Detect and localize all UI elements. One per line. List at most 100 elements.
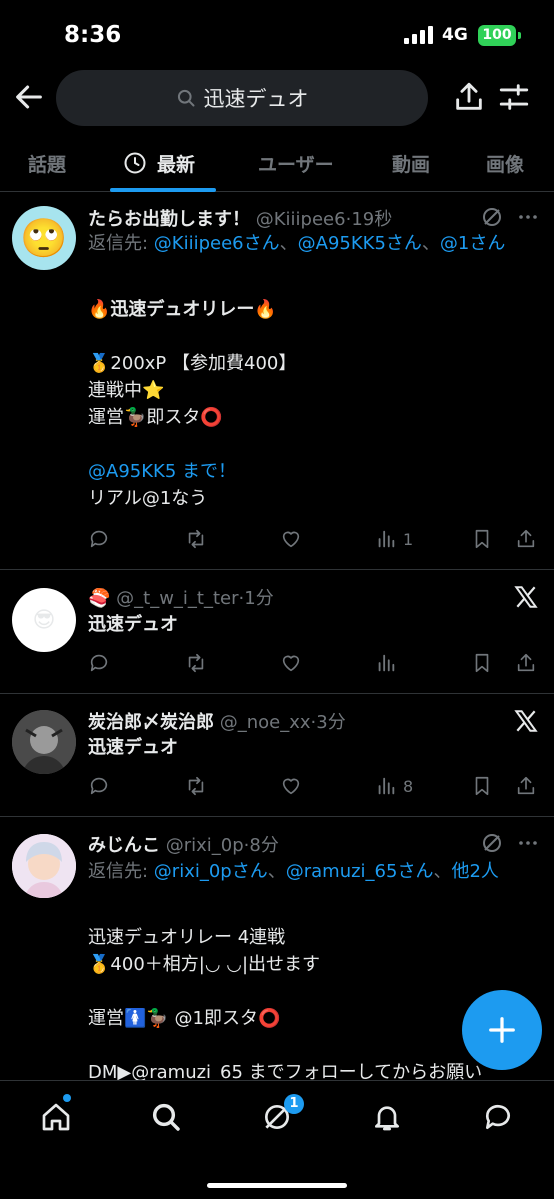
views-icon (378, 530, 395, 548)
tab-top[interactable]: 話題 (28, 134, 66, 192)
share-icon (517, 776, 535, 795)
x-logo-icon (514, 710, 538, 732)
more-options-icon[interactable] (516, 831, 540, 855)
share-tweet-button[interactable] (515, 648, 537, 678)
search-input[interactable]: 迅速デュオ (56, 70, 428, 126)
views-icon (378, 654, 395, 672)
avatar[interactable] (12, 834, 76, 898)
reply-button[interactable] (88, 524, 110, 554)
reply-link[interactable]: @ramuzi_65さん (286, 861, 434, 882)
bookmark-button[interactable] (471, 771, 493, 801)
bookmark-icon (475, 653, 489, 673)
views-count: 1 (403, 529, 414, 549)
tweet-text: 迅速デュオ (88, 737, 178, 758)
reply-icon (90, 654, 108, 672)
nav-home[interactable] (36, 1097, 76, 1137)
display-name[interactable]: たらお出勤します！ (88, 209, 250, 230)
display-name[interactable]: 🍣 (88, 588, 110, 609)
tweet[interactable]: 炭治郎〆炭治郎 @_noe_xx·3分 迅速デュオ 8 (0, 694, 554, 817)
share-tweet-button[interactable] (515, 771, 537, 801)
search-header: 迅速デュオ (0, 68, 554, 128)
back-arrow-icon[interactable] (12, 80, 46, 114)
user-handle[interactable]: @_noe_xx (220, 712, 311, 733)
views-button[interactable] (375, 648, 397, 678)
reply-link[interactable]: 他2人 (451, 861, 498, 882)
tweet[interactable]: 🙄 たらお出勤します！ @Kiiipee6·19秒 返信先: @Kiiipee6… (0, 193, 554, 570)
reply-separator: 、 (267, 861, 286, 882)
tweet-text: 迅速デュオ (88, 614, 178, 635)
network-type: 4G (442, 25, 468, 45)
more-options-icon[interactable] (516, 205, 540, 229)
like-button[interactable] (279, 771, 303, 801)
signal-icon (404, 26, 433, 44)
share-tweet-button[interactable] (515, 524, 537, 554)
retweet-button[interactable] (184, 648, 208, 678)
retweet-icon (188, 776, 204, 796)
grok-icon[interactable] (480, 205, 504, 229)
tab-videos[interactable]: 動画 (392, 134, 430, 192)
tweet-line: 運営🦆即スタ⭕ (88, 407, 223, 428)
like-button[interactable] (279, 524, 303, 554)
compose-button[interactable] (462, 990, 542, 1070)
heart-icon (282, 531, 300, 548)
tweet-line (88, 978, 538, 1005)
tab-label: 画像 (486, 153, 525, 176)
reply-icon (90, 777, 108, 795)
share-icon[interactable] (452, 80, 486, 114)
reply-link[interactable]: @Kiiipee6さん (154, 233, 280, 254)
message-icon (485, 1104, 510, 1129)
like-button[interactable] (279, 648, 303, 678)
tab-people[interactable]: ユーザー (258, 134, 334, 192)
nav-notifications[interactable] (367, 1097, 407, 1137)
tweet-line-mention[interactable]: @A95KK5 まで！ (88, 458, 538, 485)
reply-context: 返信先: @Kiiipee6さん、@A95KK5さん、@1さん (88, 229, 536, 259)
filter-settings-icon[interactable] (497, 80, 531, 114)
avatar[interactable] (12, 710, 76, 774)
retweet-icon (188, 529, 204, 549)
user-handle[interactable]: @Kiiipee6 (256, 209, 346, 230)
reply-link[interactable]: @A95KK5さん (298, 233, 422, 254)
tweet-header: 炭治郎〆炭治郎 @_noe_xx·3分 (88, 708, 346, 734)
tab-latest[interactable]: 最新 (123, 134, 195, 192)
tweet-time: 19秒 (351, 209, 393, 230)
plus-icon (489, 1017, 515, 1043)
retweet-button[interactable] (184, 524, 208, 554)
tweet[interactable]: 😎 🍣 @_t_w_i_t_ter·1分 迅速デュオ (0, 570, 554, 694)
user-handle[interactable]: @_t_w_i_t_ter (116, 588, 238, 609)
avatar[interactable]: 🙄 (12, 206, 76, 270)
tweet-line: DM▶@ramuzi_65 までフォローしてからお願い (88, 1062, 483, 1080)
notification-badge: 1 (284, 1094, 304, 1114)
home-indicator (207, 1183, 347, 1188)
reply-link[interactable]: @1さん (440, 233, 505, 254)
search-query: 迅速デュオ (203, 87, 309, 111)
nav-messages[interactable] (478, 1097, 518, 1137)
reply-separator: 、 (421, 233, 440, 254)
grok-icon[interactable] (480, 831, 504, 855)
reply-separator: 、 (433, 861, 452, 882)
retweet-button[interactable] (184, 771, 208, 801)
views-button[interactable]: 8 (375, 771, 413, 801)
avatar-image (12, 834, 76, 898)
tab-label: ユーザー (258, 153, 334, 176)
display-name[interactable]: みじんこ (88, 835, 160, 856)
heart-icon (282, 778, 300, 795)
tweet-header: たらお出勤します！ @Kiiipee6·19秒 (88, 205, 392, 231)
bookmark-button[interactable] (471, 648, 493, 678)
user-handle[interactable]: @rixi_0p (166, 835, 244, 856)
tweet-time: 3分 (316, 712, 346, 733)
display-name[interactable]: 炭治郎〆炭治郎 (88, 712, 214, 733)
views-icon (378, 777, 395, 795)
avatar[interactable]: 😎 (12, 588, 76, 652)
tweet-line: 🔥迅速デュオリレー🔥 (88, 299, 277, 320)
views-count: 8 (403, 776, 414, 796)
reply-link[interactable]: @rixi_0pさん (154, 861, 268, 882)
tab-images[interactable]: 画像 (486, 134, 524, 192)
reply-button[interactable] (88, 771, 110, 801)
nav-search[interactable] (146, 1097, 186, 1137)
reply-button[interactable] (88, 648, 110, 678)
search-tabs: 話題 最新 ユーザー 動画 画像 (0, 134, 554, 192)
bookmark-button[interactable] (471, 524, 493, 554)
share-icon (517, 529, 535, 548)
views-button[interactable]: 1 (375, 524, 413, 554)
tweet-actions (88, 648, 538, 678)
